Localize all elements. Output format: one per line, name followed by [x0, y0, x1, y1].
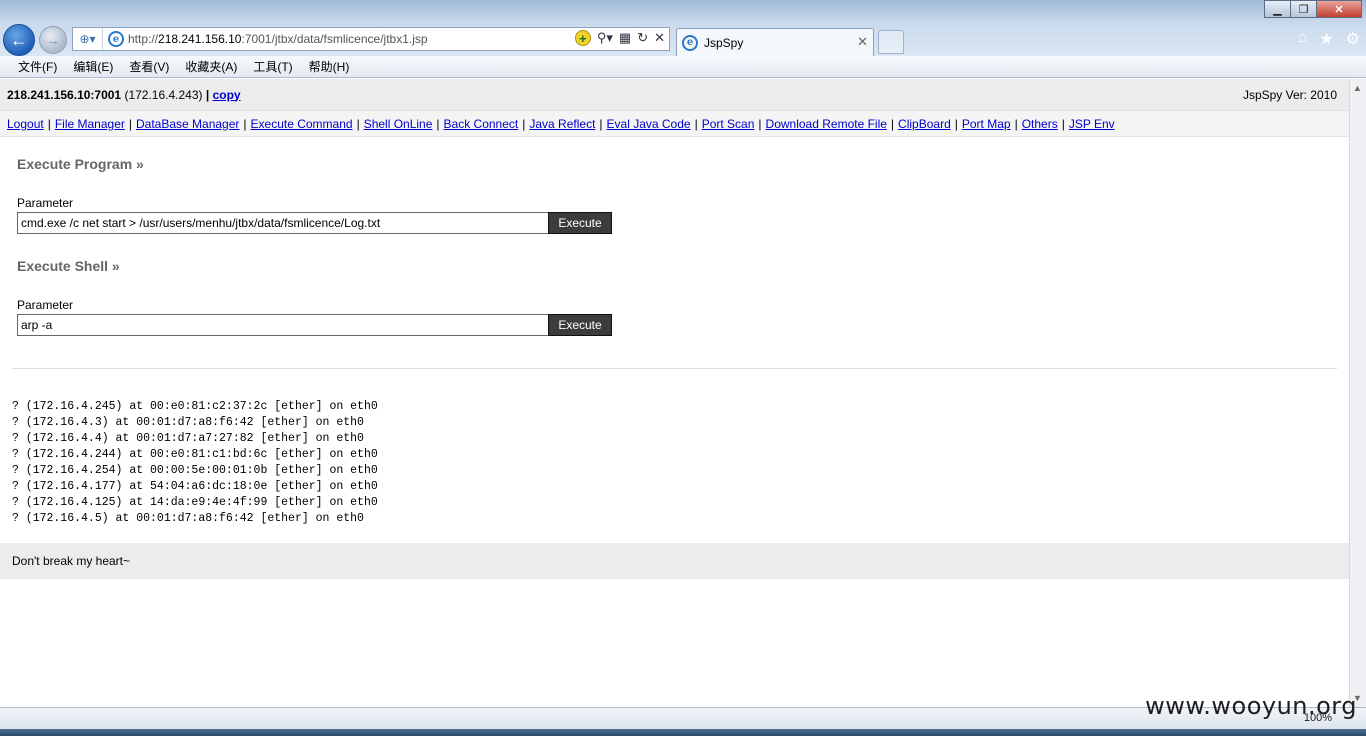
shell-parameter-label: Parameter [17, 298, 74, 312]
windows-taskbar [0, 729, 1366, 736]
output-line: ? (172.16.4.125) at 14:da:e9:4e:4f:99 [e… [12, 496, 378, 509]
link-logout[interactable]: Logout [7, 117, 44, 131]
output-line: ? (172.16.4.3) at 00:01:d7:a8:f6:42 [eth… [12, 416, 364, 429]
link-others[interactable]: Others [1022, 117, 1058, 131]
link-download-remote-file[interactable]: Download Remote File [766, 117, 887, 131]
page-header: 218.241.156.10:7001 (172.16.4.243) | cop… [0, 79, 1349, 111]
window-controls: ▁ ❐ ✕ [1264, 0, 1362, 18]
link-database-manager[interactable]: DataBase Manager [136, 117, 239, 131]
forward-button[interactable]: → [39, 26, 67, 54]
compat-view-icon[interactable]: ⊕▾ [73, 28, 103, 50]
browser-tools: ⌂ ★ ⚙ [1298, 29, 1360, 49]
shell-parameter-input[interactable] [17, 314, 549, 336]
compat-icon[interactable]: ▦ [619, 30, 631, 46]
execute-program-button[interactable]: Execute [548, 212, 612, 234]
scroll-up-icon[interactable]: ▲ [1353, 83, 1362, 93]
tab-ie-icon: e [682, 34, 698, 51]
new-tab-button[interactable] [878, 30, 904, 54]
version-label: JspSpy Ver: 2010 [1242, 87, 1337, 102]
tab-jspspy[interactable]: e JspSpy ✕ [676, 28, 874, 56]
page-footer: Don't break my heart~ [0, 543, 1349, 579]
search-icon[interactable]: ⚲▾ [597, 30, 613, 46]
nav-links: Logout | File Manager | DataBase Manager | … [0, 111, 1349, 137]
link-jsp-env[interactable]: JSP Env [1069, 117, 1115, 131]
link-file-manager[interactable]: File Manager [55, 117, 125, 131]
menu-bar: 文件(F) 编辑(E) 查看(V) 收藏夹(A) 工具(T) 帮助(H) [0, 56, 1366, 78]
program-parameter-input[interactable] [17, 212, 549, 234]
back-button[interactable]: ← [3, 24, 35, 56]
menu-help[interactable]: 帮助(H) [301, 58, 358, 75]
tab-close-icon[interactable]: ✕ [857, 34, 868, 50]
tab-title: JspSpy [704, 35, 744, 50]
execute-shell-title: Execute Shell » [17, 258, 120, 274]
minimize-button[interactable]: ▁ [1264, 0, 1291, 18]
output-line: ? (172.16.4.4) at 00:01:d7:a7:27:82 [eth… [12, 432, 364, 445]
program-parameter-label: Parameter [17, 196, 74, 210]
settings-gear-icon[interactable]: ⚙ [1346, 29, 1360, 49]
link-java-reflect[interactable]: Java Reflect [529, 117, 595, 131]
link-port-map[interactable]: Port Map [962, 117, 1011, 131]
home-icon[interactable]: ⌂ [1298, 29, 1308, 49]
favorites-star-icon[interactable]: ★ [1319, 29, 1333, 49]
refresh-icon[interactable]: ↻ [637, 30, 648, 46]
command-output: ? (172.16.4.245) at 00:e0:81:c2:37:2c [e… [12, 399, 378, 527]
link-clipboard[interactable]: ClipBoard [898, 117, 951, 131]
address-bar[interactable]: ⊕▾ e http://218.241.156.10:7001/jtbx/dat… [72, 27, 670, 51]
add-icon[interactable]: + [574, 30, 591, 46]
url-text[interactable]: http://218.241.156.10:7001/jtbx/data/fsm… [128, 32, 428, 46]
menu-edit[interactable]: 编辑(E) [65, 58, 121, 75]
execute-program-title: Execute Program » [17, 156, 144, 172]
output-line: ? (172.16.4.177) at 54:04:a6:dc:18:0e [e… [12, 480, 378, 493]
link-shell-online[interactable]: Shell OnLine [364, 117, 433, 131]
host-separator: | [205, 87, 210, 102]
divider [12, 368, 1337, 369]
maximize-button[interactable]: ❐ [1290, 0, 1317, 18]
menu-tools[interactable]: 工具(T) [245, 58, 300, 75]
link-back-connect[interactable]: Back Connect [444, 117, 519, 131]
menu-file[interactable]: 文件(F) [10, 58, 65, 75]
host-info: 218.241.156.10:7001 (172.16.4.243) | cop… [7, 88, 241, 102]
menu-view[interactable]: 查看(V) [121, 58, 177, 75]
vertical-scrollbar[interactable]: ▲ ▼ [1349, 79, 1366, 707]
page-viewport: 218.241.156.10:7001 (172.16.4.243) | cop… [0, 79, 1349, 707]
stop-icon[interactable]: ✕ [654, 30, 665, 46]
output-line: ? (172.16.4.244) at 00:e0:81:c1:bd:6c [e… [12, 448, 378, 461]
host-address: 218.241.156.10:7001 [7, 87, 122, 102]
copy-link[interactable]: copy [213, 88, 241, 102]
link-eval-java-code[interactable]: Eval Java Code [607, 117, 691, 131]
host-ip: (172.16.4.243) [124, 87, 203, 102]
ie-page-icon: e [108, 31, 124, 47]
output-line: ? (172.16.4.254) at 00:00:5e:00:01:0b [e… [12, 464, 378, 477]
footer-text: Don't break my heart~ [12, 554, 131, 568]
browser-titlebar: ▁ ❐ ✕ ← → ⊕▾ e http://218.241.156.10:700… [0, 0, 1366, 56]
link-port-scan[interactable]: Port Scan [702, 117, 755, 131]
execute-shell-button[interactable]: Execute [548, 314, 612, 336]
close-window-button[interactable]: ✕ [1316, 0, 1362, 18]
output-line: ? (172.16.4.5) at 00:01:d7:a8:f6:42 [eth… [12, 512, 364, 525]
watermark: www.wooyun.org [1145, 692, 1357, 720]
menu-favorites[interactable]: 收藏夹(A) [177, 58, 245, 75]
link-execute-command[interactable]: Execute Command [251, 117, 353, 131]
output-line: ? (172.16.4.245) at 00:e0:81:c2:37:2c [e… [12, 400, 378, 413]
